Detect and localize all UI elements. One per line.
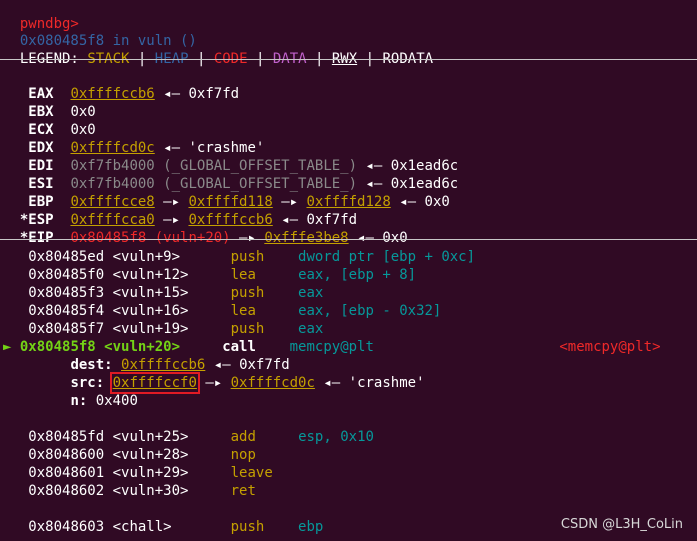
register-esi: ESI 0xf7fb4000 (_GLOBAL_OFFSET_TABLE_) ◂… <box>28 176 459 192</box>
register-esp: *ESP 0xffffcca0 —▸ 0xffffccb6 ◂— 0xf7fd <box>19 212 358 228</box>
register-edi: EDI 0xf7fb4000 (_GLOBAL_OFFSET_TABLE_) ◂… <box>28 158 459 174</box>
gdb-prompt: pwndbg> <box>19 16 79 32</box>
watermark: CSDN @L3H_CoLin <box>560 517 683 532</box>
section-divider-disasm <box>0 239 697 240</box>
src-chain-1[interactable]: 0xffffcd0c <box>231 375 315 391</box>
dest-value[interactable]: 0xffffccb6 <box>121 357 205 373</box>
register-eip: *EIP 0x80485f8 (vuln+20) —▸ 0xfffe3be8 ◂… <box>19 230 408 246</box>
register-eax: EAX 0xffffccb6 ◂— 0xf7fd <box>28 86 240 102</box>
disasm-line: 0x80485f0 <vuln+12> lea eax, [ebp + 8] <box>28 267 417 283</box>
arg-src: src: 0xffffccf0 —▸ 0xffffcd0c ◂— 'crashm… <box>70 372 425 394</box>
disasm-line: 0x80485fd <vuln+25> add esp, 0x10 <box>28 429 374 445</box>
section-divider-registers <box>0 59 697 60</box>
disasm-line: 0x80485ed <vuln+9> push dword ptr [ebp +… <box>28 249 476 265</box>
disasm-line: 0x80485f4 <vuln+16> lea eax, [ebp - 0x32… <box>28 303 442 319</box>
register-ecx: ECX 0x0 <box>28 122 96 138</box>
disasm-line: 0x8048601 <vuln+29> leave <box>28 465 273 481</box>
disasm-line: 0x8048600 <vuln+28> nop <box>28 447 256 463</box>
current-instruction-pointer-icon: ► <box>3 339 12 355</box>
disasm-line: 0x8048603 <chall> push ebp <box>28 519 324 535</box>
arg-dest: dest: 0xffffccb6 ◂— 0xf7fd <box>70 357 290 373</box>
location-line: 0x080485f8 in vuln () <box>19 33 197 49</box>
disasm-line: 0x80485f7 <vuln+19> push eax <box>28 321 324 337</box>
disasm-line: 0x8048602 <vuln+30> ret <box>28 483 256 499</box>
disasm-current-line: ► 0x80485f8 <vuln+20> call memcpy@plt <m… <box>3 339 661 355</box>
register-ebx: EBX 0x0 <box>28 104 96 120</box>
register-edx: EDX 0xffffcd0c ◂— 'crashme' <box>28 140 265 156</box>
src-value-highlighted[interactable]: 0xffffccf0 <box>109 372 200 394</box>
register-ebp: EBP 0xffffcce8 —▸ 0xffffd118 —▸ 0xffffd1… <box>28 194 450 210</box>
legend-line: LEGEND: STACK | HEAP | CODE | DATA | RWX… <box>19 51 434 67</box>
arg-n: n: 0x400 <box>70 393 138 409</box>
eip-chain-1[interactable]: 0xfffe3be8 <box>264 230 348 246</box>
disasm-line: 0x80485f3 <vuln+15> push eax <box>28 285 324 301</box>
